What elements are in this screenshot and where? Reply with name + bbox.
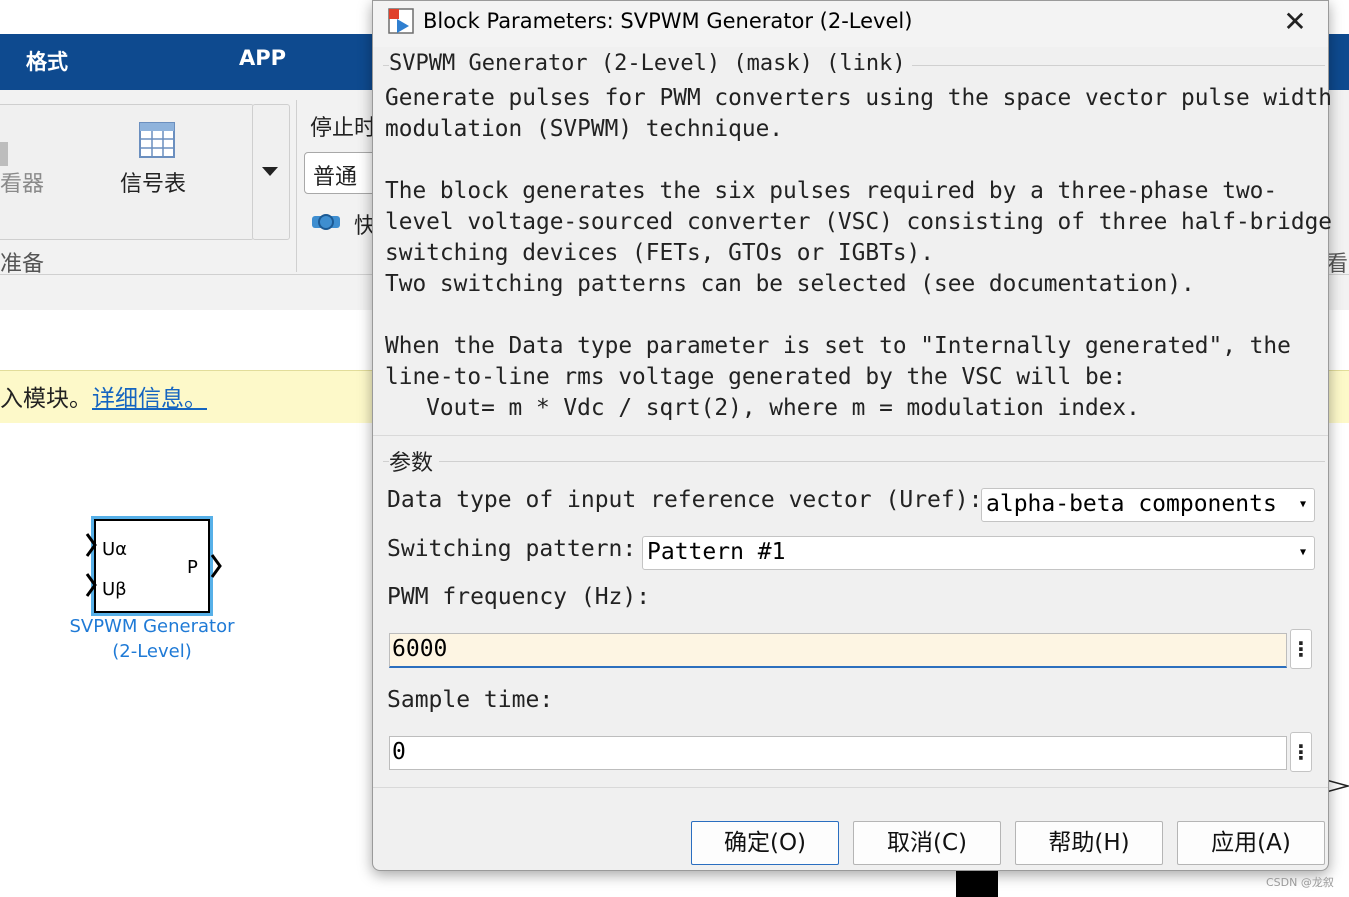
group-separator bbox=[296, 100, 297, 272]
watermark: CSDN @龙叙 bbox=[1266, 876, 1334, 889]
tab-format[interactable]: 格式 bbox=[26, 46, 68, 76]
description-line: Generate pulses for PWM converters using… bbox=[385, 85, 1333, 111]
description-panel: SVPWM Generator (2-Level) (mask) (link) … bbox=[373, 47, 1332, 436]
parameters-panel: 参数 Data type of input reference vector (… bbox=[373, 437, 1328, 787]
simulink-block-icon bbox=[388, 8, 414, 34]
description-line: switching devices (FETs, GTOs or IGBTs). bbox=[385, 240, 934, 266]
block-name-line1: SVPWM Generator bbox=[69, 616, 235, 637]
description-line: level voltage-sourced converter (VSC) co… bbox=[385, 209, 1333, 235]
switching-pattern-label: Switching pattern: bbox=[387, 536, 637, 562]
chevron-down-icon: ▼ bbox=[1299, 499, 1306, 510]
pwm-frequency-input[interactable]: 6000 bbox=[389, 633, 1287, 668]
signal-table-label: 信号表 bbox=[120, 172, 187, 197]
params-group-line bbox=[383, 461, 1325, 462]
apply-button[interactable]: 应用(A) bbox=[1177, 821, 1325, 865]
fast-restart-icon[interactable] bbox=[310, 208, 344, 234]
data-type-value: alpha-beta components bbox=[986, 491, 1277, 517]
description-line: The block generates the six pulses requi… bbox=[385, 178, 1278, 204]
switching-pattern-value: Pattern #1 bbox=[647, 539, 786, 565]
block-name-line2: (2-Level) bbox=[112, 641, 192, 662]
output-port-arrow-icon bbox=[210, 554, 222, 578]
port-p: P bbox=[187, 557, 198, 578]
pwm-frequency-more-icon[interactable]: ⋮ bbox=[1290, 629, 1312, 669]
signal-table-button[interactable]: 信号表 bbox=[110, 120, 206, 200]
description-line: Vout= m * Vdc / sqrt(2), where m = modul… bbox=[385, 395, 1140, 421]
pwm-frequency-label: PWM frequency (Hz): bbox=[387, 584, 651, 610]
data-type-label: Data type of input reference vector (Ure… bbox=[387, 487, 983, 513]
sample-time-more-icon[interactable]: ⋮ bbox=[1290, 732, 1312, 772]
button-separator bbox=[373, 787, 1328, 788]
viewer-button[interactable]: 看器 bbox=[0, 130, 70, 200]
info-banner-text: 入模块。详细信息。 bbox=[0, 386, 207, 412]
mask-group-title: SVPWM Generator (2-Level) (mask) (link) bbox=[389, 51, 912, 76]
input-port-arrows-icon bbox=[85, 533, 97, 597]
description-line: modulation (SVPWM) technique. bbox=[385, 116, 784, 142]
cancel-button[interactable]: 取消(C) bbox=[853, 821, 1001, 865]
svpwm-block[interactable]: Uα Uβ P bbox=[91, 516, 213, 616]
close-icon[interactable]: ✕ bbox=[1278, 7, 1312, 37]
more-dropdown[interactable] bbox=[252, 104, 290, 240]
switching-pattern-select[interactable]: Pattern #1 ▼ bbox=[642, 536, 1315, 570]
help-button[interactable]: 帮助(H) bbox=[1015, 821, 1163, 865]
details-link[interactable]: 详细信息。 bbox=[92, 386, 207, 412]
canvas-block-fragment bbox=[956, 869, 998, 897]
signal-line-fragment bbox=[1326, 779, 1349, 793]
stop-time-label: 停止时 bbox=[310, 116, 377, 141]
block-parameters-dialog: Block Parameters: SVPWM Generator (2-Lev… bbox=[372, 0, 1332, 871]
description-line: When the Data type parameter is set to "… bbox=[385, 333, 1291, 359]
dialog-title: Block Parameters: SVPWM Generator (2-Lev… bbox=[423, 9, 913, 33]
sample-time-value: 0 bbox=[392, 739, 406, 765]
chevron-down-icon: ▼ bbox=[1299, 547, 1306, 558]
dropdown-arrow-icon bbox=[262, 167, 278, 176]
block-name-label[interactable]: SVPWM Generator (2-Level) bbox=[40, 614, 264, 664]
port-ubeta: Uβ bbox=[102, 579, 127, 600]
description-line: Two switching patterns can be selected (… bbox=[385, 271, 1195, 297]
description-line: line-to-line rms voltage generated by th… bbox=[385, 364, 1127, 390]
data-type-select[interactable]: alpha-beta components ▼ bbox=[981, 488, 1315, 522]
viewer-label: 看器 bbox=[0, 172, 45, 197]
review-section-label: 看 bbox=[1326, 252, 1349, 277]
ok-button[interactable]: 确定(O) bbox=[691, 821, 839, 865]
table-icon bbox=[139, 122, 175, 158]
sample-time-label: Sample time: bbox=[387, 687, 554, 713]
prepare-section-label: 准备 bbox=[0, 252, 45, 277]
tab-app[interactable]: APP bbox=[239, 46, 286, 70]
dialog-titlebar[interactable]: Block Parameters: SVPWM Generator (2-Lev… bbox=[373, 1, 1328, 47]
sample-time-input[interactable]: 0 bbox=[389, 736, 1287, 770]
port-ualpha: Uα bbox=[102, 539, 128, 560]
params-group-title: 参数 bbox=[389, 445, 440, 477]
pwm-frequency-value: 6000 bbox=[392, 636, 448, 662]
simulation-mode-value: 普通 bbox=[313, 165, 358, 190]
